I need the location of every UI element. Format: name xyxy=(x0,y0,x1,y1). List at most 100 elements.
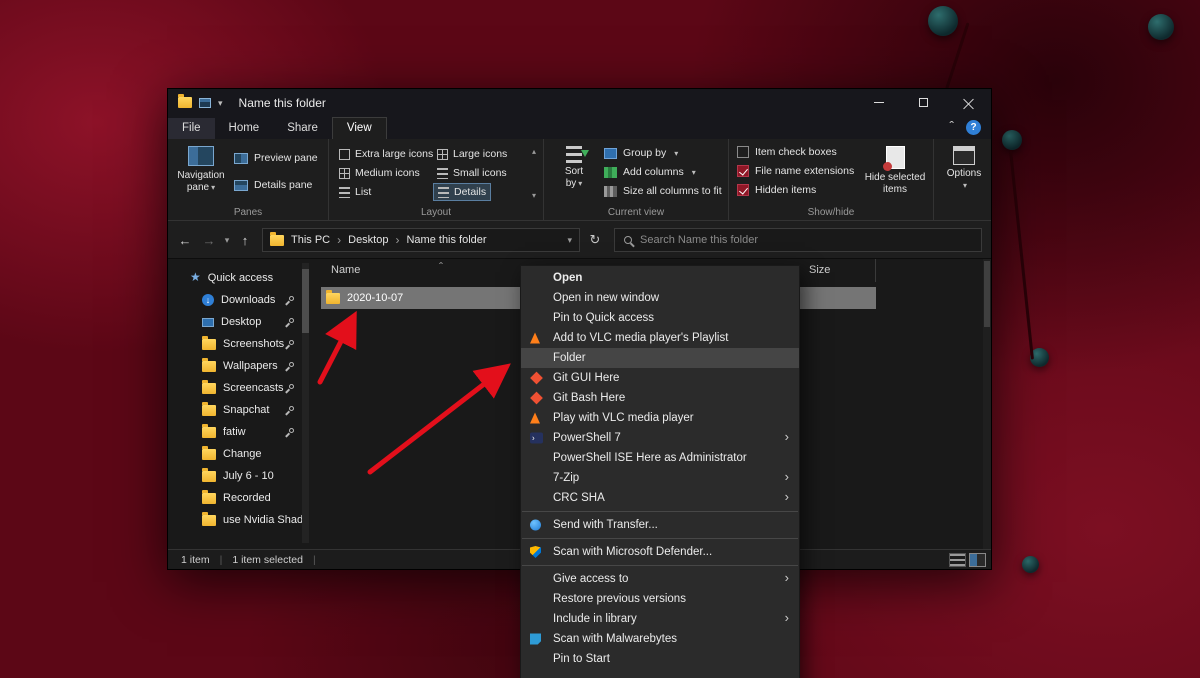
sidebar-item-fatiw[interactable]: fatiw xyxy=(168,421,311,443)
sidebar-item-wallpapers[interactable]: Wallpapers xyxy=(168,355,311,377)
details-view-toggle-icon[interactable] xyxy=(949,553,966,567)
tab-view[interactable]: View xyxy=(332,117,387,139)
ribbon-view: Navigation pane Preview pane Details pan… xyxy=(168,139,991,221)
checkbox-checked-icon[interactable] xyxy=(737,165,749,177)
forward-button[interactable] xyxy=(198,229,220,251)
sidebar-item-july-6-10[interactable]: July 6 - 10 xyxy=(168,465,311,487)
size-all-columns-button[interactable]: Size all columns to fit xyxy=(604,185,722,197)
back-button[interactable] xyxy=(174,229,196,251)
item-check-boxes-checkbox[interactable]: Item check boxes xyxy=(737,146,837,158)
recent-locations-button[interactable] xyxy=(220,229,234,251)
group-label-show-hide: Show/hide xyxy=(729,207,933,218)
title-bar[interactable]: Name this folder xyxy=(168,89,991,116)
menu-item-folder[interactable]: Folder xyxy=(521,348,799,368)
menu-item-restore-versions[interactable]: Restore previous versions xyxy=(521,589,799,609)
add-columns-button[interactable]: Add columns xyxy=(604,166,696,178)
sort-by-icon xyxy=(566,146,582,163)
sidebar-item-snapchat[interactable]: Snapchat xyxy=(168,399,311,421)
sidebar-item-change[interactable]: Change xyxy=(168,443,311,465)
options-button[interactable]: Options xyxy=(942,146,986,192)
search-input[interactable] xyxy=(640,234,972,246)
layout-small-icons[interactable]: Small icons xyxy=(433,164,511,182)
breadcrumb[interactable]: This PC Desktop Name this folder xyxy=(262,228,580,252)
menu-item-give-access[interactable]: Give access to xyxy=(521,569,799,589)
tab-share[interactable]: Share xyxy=(273,118,332,139)
collapse-ribbon-icon[interactable] xyxy=(949,121,954,134)
menu-item-pin-quick-access[interactable]: Pin to Quick access xyxy=(521,308,799,328)
sidebar-item-recorded[interactable]: Recorded xyxy=(168,487,311,509)
navigation-pane-button[interactable]: Navigation pane xyxy=(174,146,228,194)
layout-details[interactable]: Details xyxy=(433,183,491,201)
refresh-button[interactable] xyxy=(584,229,606,251)
tab-home[interactable]: Home xyxy=(215,118,274,139)
submenu-arrow-icon xyxy=(785,570,789,585)
sidebar-scrollbar-thumb[interactable] xyxy=(302,269,309,333)
menu-item-powershell-7[interactable]: PowerShell 7 xyxy=(521,428,799,448)
checkbox-checked-icon[interactable] xyxy=(737,184,749,196)
scroll-up-icon[interactable] xyxy=(532,145,536,157)
menu-item-send-transfer[interactable]: Send with Transfer... xyxy=(521,515,799,535)
layout-scrollbar[interactable] xyxy=(529,145,539,201)
breadcrumb-this-pc[interactable]: This PC xyxy=(291,234,330,246)
group-label-panes: Panes xyxy=(168,207,328,218)
column-header-size[interactable]: Size xyxy=(799,259,876,282)
checkbox-unchecked-icon[interactable] xyxy=(737,146,749,158)
properties-icon[interactable] xyxy=(199,98,211,108)
sidebar-item-desktop[interactable]: Desktop xyxy=(168,311,311,333)
menu-item-7zip[interactable]: 7-Zip xyxy=(521,468,799,488)
menu-item-git-bash[interactable]: Git Bash Here xyxy=(521,388,799,408)
file-name-extensions-checkbox[interactable]: File name extensions xyxy=(737,165,854,177)
up-button[interactable] xyxy=(234,229,256,251)
sidebar-item-use-nvidia[interactable]: use Nvidia Shad xyxy=(168,509,311,531)
wallpaper-berry xyxy=(928,6,958,36)
preview-pane-button[interactable]: Preview pane xyxy=(234,152,318,164)
menu-item-open-new-window[interactable]: Open in new window xyxy=(521,288,799,308)
close-button[interactable] xyxy=(946,89,991,116)
menu-item-add-vlc-playlist[interactable]: Add to VLC media player's Playlist xyxy=(521,328,799,348)
sidebar-item-screencasts[interactable]: Screencasts xyxy=(168,377,311,399)
qat-dropdown-caret-icon[interactable] xyxy=(218,97,223,109)
details-pane-button[interactable]: Details pane xyxy=(234,179,312,191)
menu-item-crc-sha[interactable]: CRC SHA xyxy=(521,488,799,508)
breadcrumb-desktop[interactable]: Desktop xyxy=(348,234,388,246)
breadcrumb-current[interactable]: Name this folder xyxy=(406,234,486,246)
layout-extra-large-icons[interactable]: Extra large icons xyxy=(335,145,437,163)
ribbon-group-options: Options xyxy=(933,139,993,220)
menu-item-pin-to-start[interactable]: Pin to Start xyxy=(521,649,799,669)
sidebar-item-screenshots[interactable]: Screenshots xyxy=(168,333,311,355)
search-box[interactable] xyxy=(614,228,982,252)
hidden-items-checkbox[interactable]: Hidden items xyxy=(737,184,816,196)
scroll-down-icon[interactable] xyxy=(532,189,536,201)
menu-item-scan-defender[interactable]: Scan with Microsoft Defender... xyxy=(521,542,799,562)
layout-medium-icons[interactable]: Medium icons xyxy=(335,164,424,182)
file-list-scrollbar-thumb[interactable] xyxy=(984,261,990,327)
list-view-icon xyxy=(339,187,350,198)
menu-item-git-gui[interactable]: Git GUI Here xyxy=(521,368,799,388)
maximize-button[interactable] xyxy=(901,89,946,116)
sidebar-item-quick-access[interactable]: Quick access xyxy=(168,267,311,289)
help-icon[interactable] xyxy=(966,120,981,135)
sort-by-button[interactable]: Sort by xyxy=(554,146,594,190)
thumbnail-view-toggle-icon[interactable] xyxy=(969,553,986,567)
menu-item-play-vlc[interactable]: Play with VLC media player xyxy=(521,408,799,428)
menu-item-include-library[interactable]: Include in library xyxy=(521,609,799,629)
file-list-scrollbar[interactable] xyxy=(983,259,991,549)
minimize-button[interactable] xyxy=(856,89,901,116)
column-header-name[interactable]: Name xyxy=(331,264,360,276)
sidebar-scrollbar[interactable] xyxy=(302,263,309,543)
address-dropdown-caret-icon[interactable] xyxy=(567,234,572,246)
sidebar-item-downloads[interactable]: Downloads xyxy=(168,289,311,311)
menu-item-scan-malwarebytes[interactable]: Scan with Malwarebytes xyxy=(521,629,799,649)
chevron-right-icon[interactable] xyxy=(395,233,399,247)
layout-large-icons[interactable]: Large icons xyxy=(433,145,511,163)
menu-item-open[interactable]: Open xyxy=(521,268,799,288)
hide-selected-items-button[interactable]: Hide selected items xyxy=(862,146,928,196)
chevron-right-icon[interactable] xyxy=(337,233,341,247)
menu-item-powershell-ise-admin[interactable]: PowerShell ISE Here as Administrator xyxy=(521,448,799,468)
defender-shield-icon xyxy=(530,546,541,558)
folder-icon xyxy=(202,339,216,350)
navigation-pane-label: Navigation xyxy=(177,170,224,182)
group-by-button[interactable]: Group by xyxy=(604,147,678,159)
tab-file[interactable]: File xyxy=(168,118,215,139)
layout-list[interactable]: List xyxy=(335,183,375,201)
